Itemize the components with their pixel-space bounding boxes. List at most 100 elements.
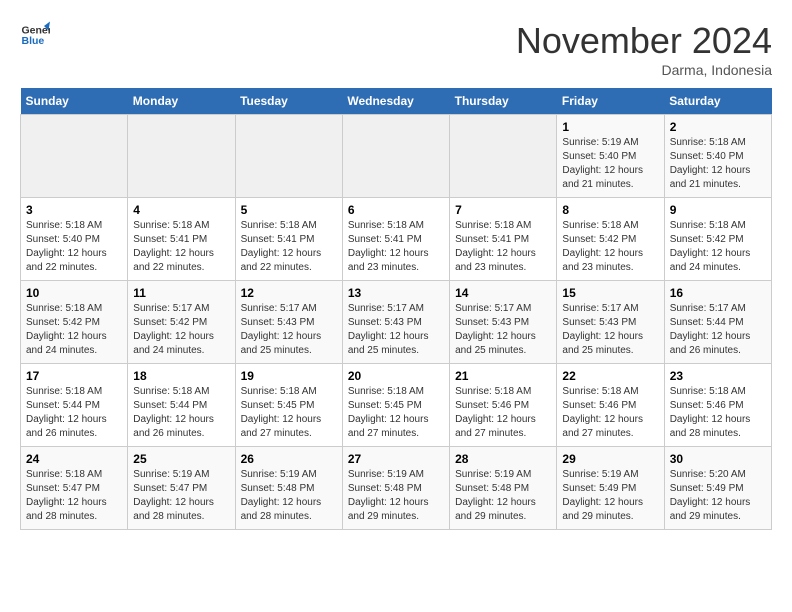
- day-info: Sunrise: 5:19 AMSunset: 5:48 PMDaylight:…: [348, 468, 444, 524]
- calendar-day-cell: 15Sunrise: 5:17 AMSunset: 5:43 PMDayligh…: [557, 281, 664, 364]
- day-number: 19: [241, 369, 337, 383]
- title-block: November 2024 Darma, Indonesia: [516, 20, 772, 78]
- calendar-day-cell: [342, 115, 449, 198]
- weekday-header-cell: Saturday: [664, 88, 771, 115]
- day-info: Sunrise: 5:17 AMSunset: 5:44 PMDaylight:…: [670, 302, 766, 358]
- day-number: 1: [562, 120, 658, 134]
- day-number: 27: [348, 452, 444, 466]
- day-info: Sunrise: 5:18 AMSunset: 5:42 PMDaylight:…: [26, 302, 122, 358]
- day-number: 6: [348, 203, 444, 217]
- day-number: 26: [241, 452, 337, 466]
- day-number: 8: [562, 203, 658, 217]
- day-info: Sunrise: 5:18 AMSunset: 5:46 PMDaylight:…: [562, 385, 658, 441]
- day-number: 3: [26, 203, 122, 217]
- calendar-day-cell: 18 Sunrise: 5:18 AMSunset: 5:44 PMDayligh…: [128, 364, 235, 447]
- day-number: 4: [133, 203, 229, 217]
- calendar-day-cell: 6Sunrise: 5:18 AMSunset: 5:41 PMDaylight…: [342, 198, 449, 281]
- calendar-day-cell: 7Sunrise: 5:18 AMSunset: 5:41 PMDaylight…: [450, 198, 557, 281]
- weekday-header-cell: Tuesday: [235, 88, 342, 115]
- calendar-day-cell: 8 Sunrise: 5:18 AMSunset: 5:42 PMDaylight…: [557, 198, 664, 281]
- weekday-header-cell: Friday: [557, 88, 664, 115]
- location-subtitle: Darma, Indonesia: [516, 62, 772, 78]
- day-number: 28: [455, 452, 551, 466]
- day-info: Sunrise: 5:18 AMSunset: 5:42 PMDaylight:…: [670, 219, 766, 275]
- day-info: Sunrise: 5:18 AMSunset: 5:46 PMDaylight:…: [670, 385, 766, 441]
- day-number: 14: [455, 286, 551, 300]
- day-number: 7: [455, 203, 551, 217]
- calendar-day-cell: 5 Sunrise: 5:18 AMSunset: 5:41 PMDaylight…: [235, 198, 342, 281]
- day-info: Sunrise: 5:19 AMSunset: 5:49 PMDaylight:…: [562, 468, 658, 524]
- weekday-header-cell: Thursday: [450, 88, 557, 115]
- calendar-day-cell: 24Sunrise: 5:18 AMSunset: 5:47 PMDayligh…: [21, 447, 128, 530]
- day-info: Sunrise: 5:18 AMSunset: 5:45 PMDaylight:…: [241, 385, 337, 441]
- day-number: 12: [241, 286, 337, 300]
- calendar-day-cell: 10 Sunrise: 5:18 AMSunset: 5:42 PMDayligh…: [21, 281, 128, 364]
- calendar-day-cell: 29 Sunrise: 5:19 AMSunset: 5:49 PMDayligh…: [557, 447, 664, 530]
- day-info: Sunrise: 5:19 AMSunset: 5:48 PMDaylight:…: [455, 468, 551, 524]
- calendar-day-cell: [235, 115, 342, 198]
- day-info: Sunrise: 5:18 AMSunset: 5:44 PMDaylight:…: [133, 385, 229, 441]
- svg-text:Blue: Blue: [22, 35, 45, 47]
- day-info: Sunrise: 5:18 AMSunset: 5:41 PMDaylight:…: [241, 219, 337, 275]
- day-number: 22: [562, 369, 658, 383]
- day-number: 18: [133, 369, 229, 383]
- day-number: 20: [348, 369, 444, 383]
- day-info: Sunrise: 5:18 AMSunset: 5:47 PMDaylight:…: [26, 468, 122, 524]
- day-number: 5: [241, 203, 337, 217]
- day-info: Sunrise: 5:19 AMSunset: 5:40 PMDaylight:…: [562, 136, 658, 192]
- calendar-day-cell: 14 Sunrise: 5:17 AMSunset: 5:43 PMDayligh…: [450, 281, 557, 364]
- day-number: 16: [670, 286, 766, 300]
- day-number: 23: [670, 369, 766, 383]
- weekday-header-cell: Monday: [128, 88, 235, 115]
- day-info: Sunrise: 5:18 AMSunset: 5:40 PMDaylight:…: [670, 136, 766, 192]
- day-number: 21: [455, 369, 551, 383]
- calendar-week-row: 10 Sunrise: 5:18 AMSunset: 5:42 PMDayligh…: [21, 281, 772, 364]
- calendar-day-cell: [450, 115, 557, 198]
- calendar-day-cell: 23 Sunrise: 5:18 AMSunset: 5:46 PMDayligh…: [664, 364, 771, 447]
- day-number: 29: [562, 452, 658, 466]
- weekday-header-row: SundayMondayTuesdayWednesdayThursdayFrid…: [21, 88, 772, 115]
- calendar-day-cell: 30 Sunrise: 5:20 AMSunset: 5:49 PMDayligh…: [664, 447, 771, 530]
- day-info: Sunrise: 5:19 AMSunset: 5:48 PMDaylight:…: [241, 468, 337, 524]
- calendar-day-cell: 2 Sunrise: 5:18 AMSunset: 5:40 PMDaylight…: [664, 115, 771, 198]
- calendar-day-cell: 12 Sunrise: 5:17 AMSunset: 5:43 PMDayligh…: [235, 281, 342, 364]
- calendar-day-cell: 13Sunrise: 5:17 AMSunset: 5:43 PMDayligh…: [342, 281, 449, 364]
- day-info: Sunrise: 5:20 AMSunset: 5:49 PMDaylight:…: [670, 468, 766, 524]
- calendar-day-cell: 22 Sunrise: 5:18 AMSunset: 5:46 PMDayligh…: [557, 364, 664, 447]
- day-number: 2: [670, 120, 766, 134]
- calendar-day-cell: 17Sunrise: 5:18 AMSunset: 5:44 PMDayligh…: [21, 364, 128, 447]
- calendar-day-cell: 28 Sunrise: 5:19 AMSunset: 5:48 PMDayligh…: [450, 447, 557, 530]
- day-info: Sunrise: 5:18 AMSunset: 5:42 PMDaylight:…: [562, 219, 658, 275]
- day-info: Sunrise: 5:18 AMSunset: 5:44 PMDaylight:…: [26, 385, 122, 441]
- day-number: 9: [670, 203, 766, 217]
- calendar-week-row: 17Sunrise: 5:18 AMSunset: 5:44 PMDayligh…: [21, 364, 772, 447]
- calendar-day-cell: 25 Sunrise: 5:19 AMSunset: 5:47 PMDayligh…: [128, 447, 235, 530]
- calendar-week-row: 3 Sunrise: 5:18 AMSunset: 5:40 PMDaylight…: [21, 198, 772, 281]
- calendar-day-cell: 26 Sunrise: 5:19 AMSunset: 5:48 PMDayligh…: [235, 447, 342, 530]
- day-number: 30: [670, 452, 766, 466]
- calendar-day-cell: [128, 115, 235, 198]
- calendar-day-cell: 16 Sunrise: 5:17 AMSunset: 5:44 PMDayligh…: [664, 281, 771, 364]
- day-info: Sunrise: 5:18 AMSunset: 5:41 PMDaylight:…: [133, 219, 229, 275]
- day-number: 15: [562, 286, 658, 300]
- day-number: 10: [26, 286, 122, 300]
- calendar-day-cell: 4 Sunrise: 5:18 AMSunset: 5:41 PMDaylight…: [128, 198, 235, 281]
- calendar-body: 1 Sunrise: 5:19 AMSunset: 5:40 PMDaylight…: [21, 115, 772, 530]
- calendar-day-cell: 21Sunrise: 5:18 AMSunset: 5:46 PMDayligh…: [450, 364, 557, 447]
- calendar-day-cell: 19 Sunrise: 5:18 AMSunset: 5:45 PMDayligh…: [235, 364, 342, 447]
- day-number: 11: [133, 286, 229, 300]
- calendar-day-cell: [21, 115, 128, 198]
- calendar-table: SundayMondayTuesdayWednesdayThursdayFrid…: [20, 88, 772, 530]
- day-info: Sunrise: 5:18 AMSunset: 5:40 PMDaylight:…: [26, 219, 122, 275]
- calendar-day-cell: 20 Sunrise: 5:18 AMSunset: 5:45 PMDayligh…: [342, 364, 449, 447]
- header: General Blue November 2024 Darma, Indone…: [20, 20, 772, 78]
- day-info: Sunrise: 5:17 AMSunset: 5:43 PMDaylight:…: [455, 302, 551, 358]
- day-number: 25: [133, 452, 229, 466]
- day-info: Sunrise: 5:17 AMSunset: 5:43 PMDaylight:…: [241, 302, 337, 358]
- day-info: Sunrise: 5:18 AMSunset: 5:45 PMDaylight:…: [348, 385, 444, 441]
- day-info: Sunrise: 5:19 AMSunset: 5:47 PMDaylight:…: [133, 468, 229, 524]
- weekday-header-cell: Wednesday: [342, 88, 449, 115]
- logo-icon: General Blue: [20, 20, 50, 50]
- calendar-day-cell: 9 Sunrise: 5:18 AMSunset: 5:42 PMDaylight…: [664, 198, 771, 281]
- day-number: 13: [348, 286, 444, 300]
